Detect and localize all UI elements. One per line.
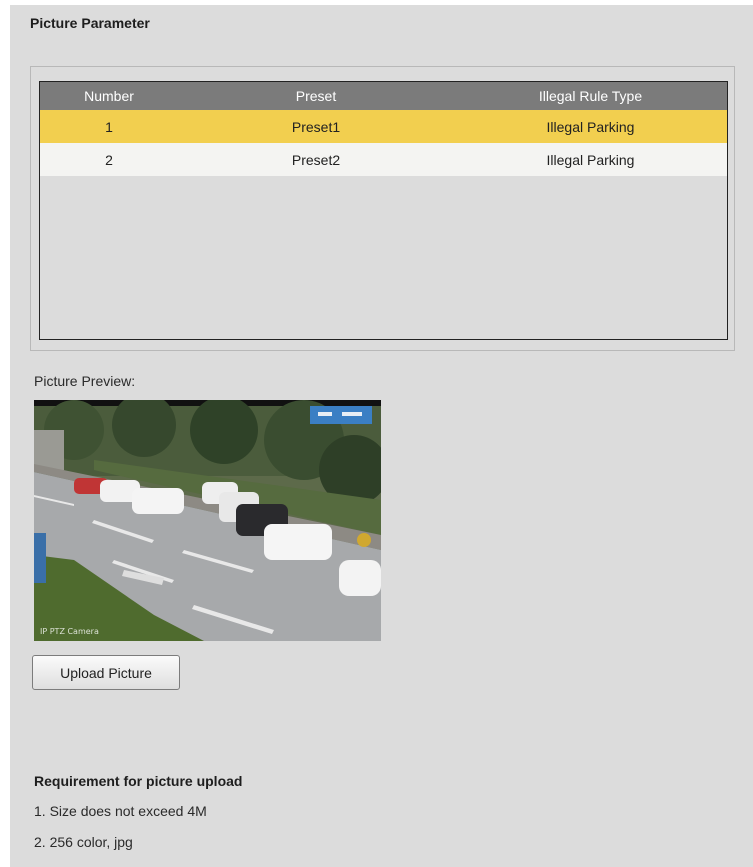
table-row[interactable]: 1 Preset1 Illegal Parking — [40, 110, 727, 143]
preview-label: Picture Preview: — [34, 373, 136, 389]
requirement-line: 2. 256 color, jpg — [34, 834, 133, 850]
table-row[interactable]: 2 Preset2 Illegal Parking — [40, 143, 727, 176]
requirements-title: Requirement for picture upload — [34, 773, 243, 789]
preset-table-frame: Number Preset Illegal Rule Type 1 Preset… — [30, 66, 735, 351]
preset-table: Number Preset Illegal Rule Type 1 Preset… — [39, 81, 728, 340]
cell-preset: Preset1 — [291, 118, 341, 135]
upload-picture-button[interactable]: Upload Picture — [32, 655, 180, 690]
cell-number: 2 — [105, 151, 113, 168]
cell-preset: Preset2 — [291, 151, 341, 168]
column-header-preset[interactable]: Preset — [178, 88, 454, 104]
column-header-rule-type[interactable]: Illegal Rule Type — [454, 88, 727, 104]
requirement-line: 1. Size does not exceed 4M — [34, 803, 207, 819]
table-header: Number Preset Illegal Rule Type — [40, 82, 727, 110]
picture-preview: IP PTZ Camera — [34, 400, 381, 641]
cell-rule-type: Illegal Parking — [546, 151, 635, 168]
cell-rule-type: Illegal Parking — [546, 118, 635, 135]
street-scene-image: IP PTZ Camera — [34, 400, 381, 641]
cell-number: 1 — [105, 118, 113, 135]
section-title: Picture Parameter — [30, 15, 150, 31]
camera-watermark: IP PTZ Camera — [40, 627, 99, 636]
content-panel: Picture Parameter Number Preset Illegal … — [10, 5, 753, 867]
column-header-number[interactable]: Number — [40, 88, 178, 104]
